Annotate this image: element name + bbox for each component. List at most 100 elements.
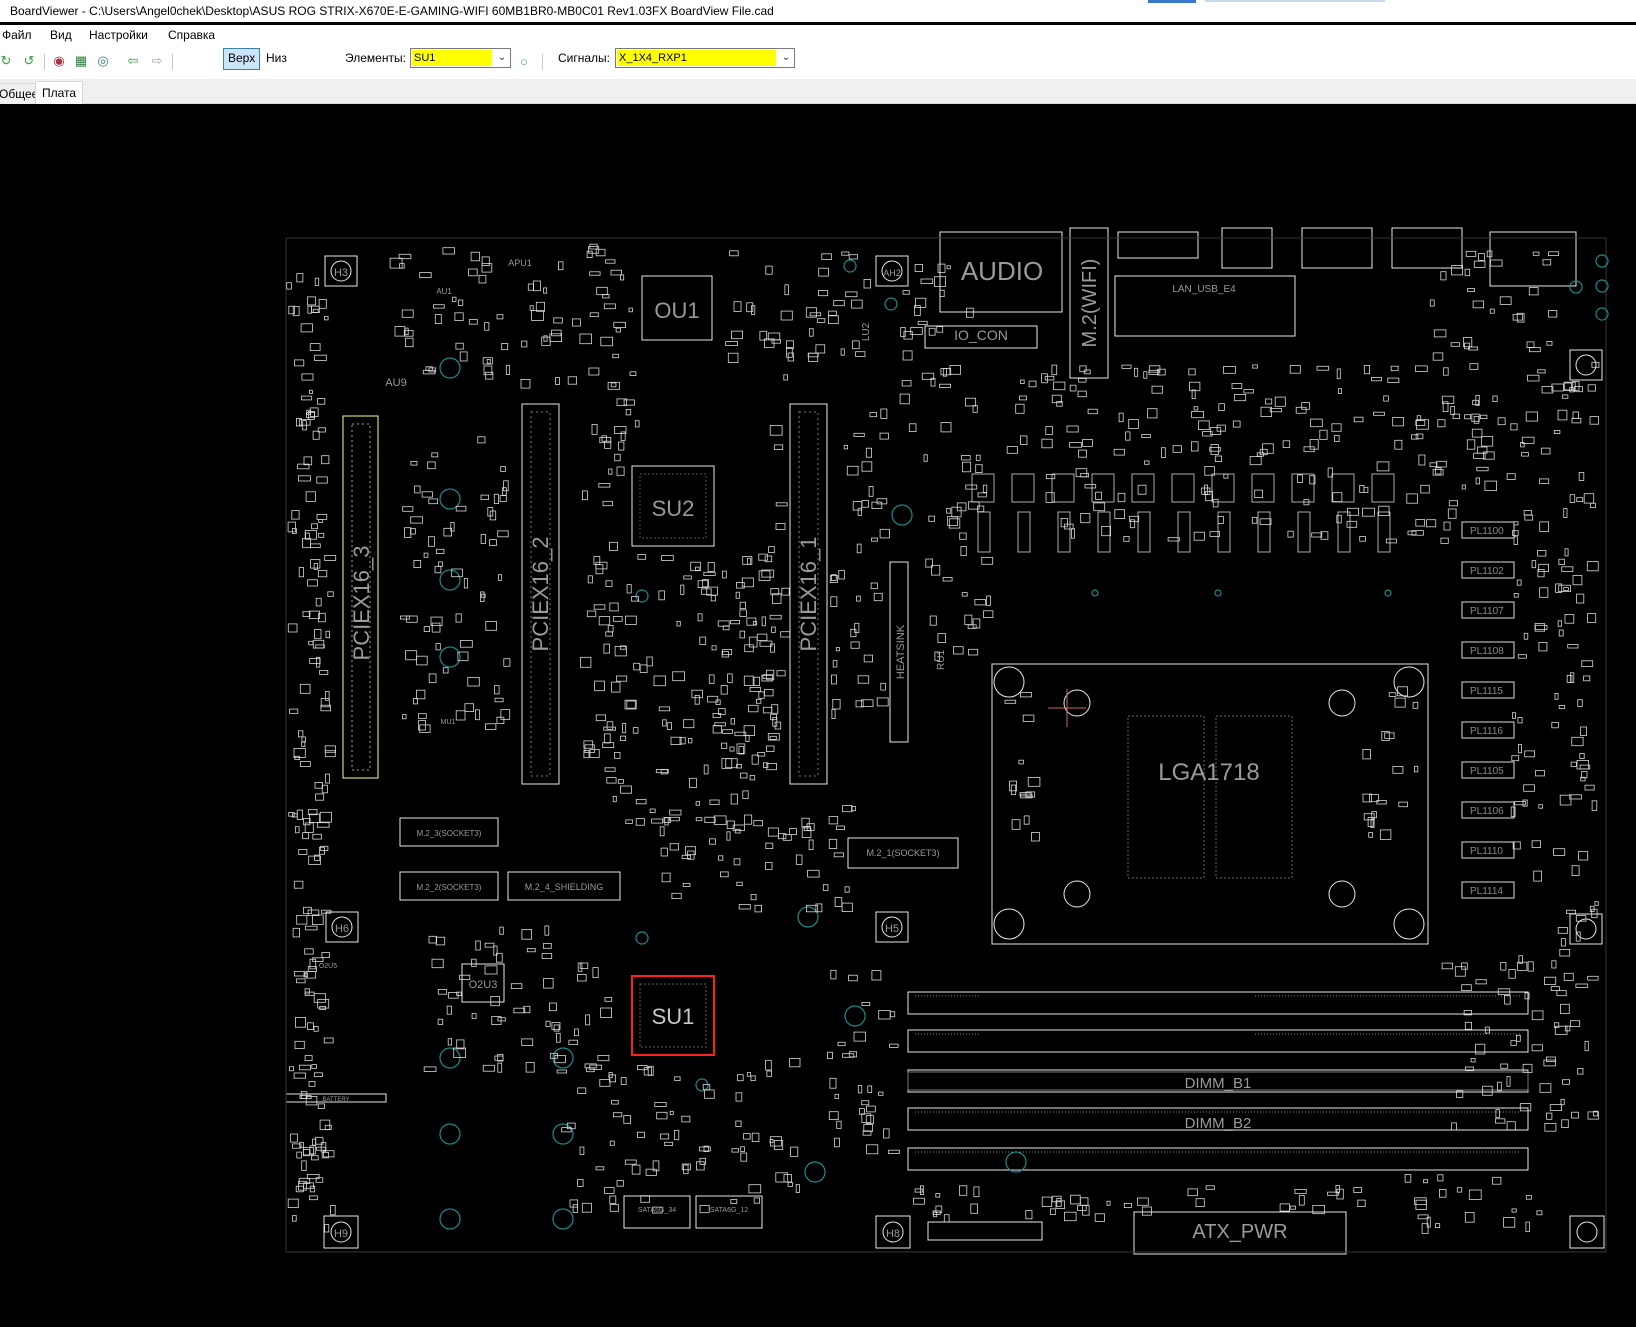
smd-footprint bbox=[459, 351, 468, 362]
smd-footprint bbox=[582, 490, 588, 501]
smd-footprint bbox=[1536, 1210, 1543, 1216]
smd-footprint bbox=[313, 563, 318, 570]
back-arrow-icon[interactable]: ⇦ bbox=[124, 52, 142, 70]
smd-footprint bbox=[1357, 1199, 1366, 1207]
smd-footprint bbox=[972, 405, 978, 413]
smd-footprint bbox=[554, 1055, 566, 1064]
smd-footprint bbox=[669, 1110, 674, 1115]
smd-footprint bbox=[620, 274, 625, 281]
menu-help[interactable]: Справка bbox=[166, 25, 217, 45]
smd-footprint bbox=[520, 378, 531, 389]
chevron-down-icon[interactable]: ⌄ bbox=[494, 49, 510, 67]
vrm-stage bbox=[1211, 473, 1235, 503]
smd-footprint bbox=[1172, 445, 1182, 453]
rotate-left-icon[interactable]: ↻ bbox=[0, 52, 15, 70]
smd-footprint bbox=[866, 1144, 879, 1155]
zoom-fit-icon[interactable]: ▦ bbox=[72, 52, 90, 70]
elements-combo[interactable]: SU1 ⌄ bbox=[410, 48, 511, 68]
rotate-right-icon[interactable]: ↺ bbox=[20, 52, 38, 70]
menu-view[interactable]: Вид bbox=[48, 25, 74, 45]
vrm-stage bbox=[1377, 511, 1391, 553]
titlebar-accent bbox=[1148, 0, 1196, 3]
smd-footprint bbox=[959, 1185, 968, 1196]
bulb-icon[interactable]: ○ bbox=[515, 52, 533, 70]
pcie-3-label: PCIEX16_3 bbox=[349, 546, 374, 661]
tab-board[interactable]: Плата bbox=[35, 81, 84, 104]
bottom-side-button[interactable]: Низ bbox=[262, 48, 291, 68]
usb-io-connector[interactable] bbox=[1489, 231, 1577, 287]
smd-footprint bbox=[1532, 251, 1540, 256]
chevron-down-icon[interactable]: ⌄ bbox=[778, 49, 794, 67]
smd-footprint bbox=[1437, 1174, 1444, 1182]
smd-footprint bbox=[1436, 460, 1447, 468]
zoom-in-icon[interactable]: ◉ bbox=[50, 52, 68, 70]
smd-footprint bbox=[297, 730, 304, 738]
smd-footprint bbox=[580, 656, 592, 668]
dimm-b2-slot[interactable] bbox=[907, 1147, 1529, 1171]
atx-power-label: ATX_PWR bbox=[1192, 1221, 1287, 1243]
board-canvas[interactable]: LGA1718 SU2 SU1 OU1 O2U3 AUDIO LAN_USB_E… bbox=[0, 104, 1636, 1327]
signals-combo[interactable]: X_1X4_RXP1 ⌄ bbox=[615, 48, 795, 68]
dimm-b2-label: DIMM_B2 bbox=[1185, 1115, 1252, 1132]
menu-file[interactable]: Файл bbox=[0, 25, 34, 45]
smd-footprint bbox=[317, 1103, 325, 1109]
smd-footprint bbox=[304, 988, 310, 995]
smd-footprint bbox=[588, 367, 600, 376]
smd-footprint bbox=[738, 746, 744, 755]
smd-footprint bbox=[1392, 766, 1404, 774]
smd-footprint bbox=[1078, 449, 1087, 458]
smd-footprint bbox=[1418, 454, 1426, 466]
smd-footprint bbox=[614, 646, 627, 657]
forward-arrow-icon[interactable]: ⇨ bbox=[148, 52, 166, 70]
smd-footprint bbox=[1077, 1204, 1087, 1211]
smd-footprint bbox=[1028, 380, 1037, 388]
smd-footprint bbox=[1141, 433, 1151, 438]
smd-footprint bbox=[1297, 474, 1303, 483]
smd-footprint bbox=[302, 906, 312, 914]
smd-footprint bbox=[828, 816, 839, 825]
smd-footprint bbox=[908, 423, 917, 432]
vrm-stage bbox=[1097, 511, 1111, 553]
smd-footprint bbox=[1259, 518, 1272, 525]
smd-footprint bbox=[308, 813, 320, 823]
smd-footprint bbox=[1289, 1205, 1296, 1210]
smd-footprint bbox=[740, 772, 748, 779]
smd-footprint bbox=[1468, 346, 1478, 351]
smd-footprint bbox=[1576, 497, 1584, 503]
apu1-label: APU1 bbox=[508, 258, 532, 268]
smd-footprint bbox=[535, 301, 545, 312]
smd-footprint bbox=[695, 801, 700, 806]
smd-footprint bbox=[1495, 1118, 1506, 1124]
smd-footprint bbox=[617, 779, 624, 784]
smd-footprint bbox=[1045, 492, 1055, 503]
smd-footprint bbox=[579, 1146, 585, 1155]
smd-footprint bbox=[309, 1185, 316, 1193]
smd-footprint bbox=[935, 1205, 943, 1214]
smd-footprint bbox=[725, 341, 739, 346]
smd-footprint bbox=[780, 631, 791, 638]
smd-footprint bbox=[1121, 364, 1132, 369]
smd-footprint bbox=[758, 553, 768, 561]
dimm-a1-slot[interactable] bbox=[907, 991, 1529, 1015]
menu-settings[interactable]: Настройки bbox=[87, 25, 150, 45]
top-side-button[interactable]: Верх bbox=[223, 48, 261, 70]
smd-footprint bbox=[808, 352, 819, 362]
dimm-a2-slot[interactable] bbox=[907, 1029, 1529, 1053]
smd-footprint bbox=[1415, 365, 1428, 372]
smd-footprint bbox=[1558, 629, 1564, 637]
smd-footprint bbox=[695, 566, 700, 571]
m2-1-label: M.2_1(SOCKET3) bbox=[866, 848, 939, 858]
smd-footprint bbox=[292, 1215, 297, 1222]
smd-footprint bbox=[1450, 406, 1455, 416]
smd-footprint bbox=[1353, 416, 1364, 423]
smd-footprint bbox=[1569, 794, 1582, 800]
board-view[interactable]: LGA1718 SU2 SU1 OU1 O2U3 AUDIO LAN_USB_E… bbox=[0, 104, 1636, 1327]
smd-footprint bbox=[304, 529, 317, 540]
smd-footprint bbox=[1448, 500, 1459, 507]
tab-strip: Общее Плата bbox=[0, 79, 1636, 104]
smd-footprint bbox=[767, 827, 779, 837]
zoom-out-icon[interactable]: ◎ bbox=[94, 52, 112, 70]
smd-footprint bbox=[774, 721, 782, 730]
smd-footprint bbox=[1191, 441, 1199, 452]
cpu-socket-outline[interactable] bbox=[991, 663, 1429, 945]
